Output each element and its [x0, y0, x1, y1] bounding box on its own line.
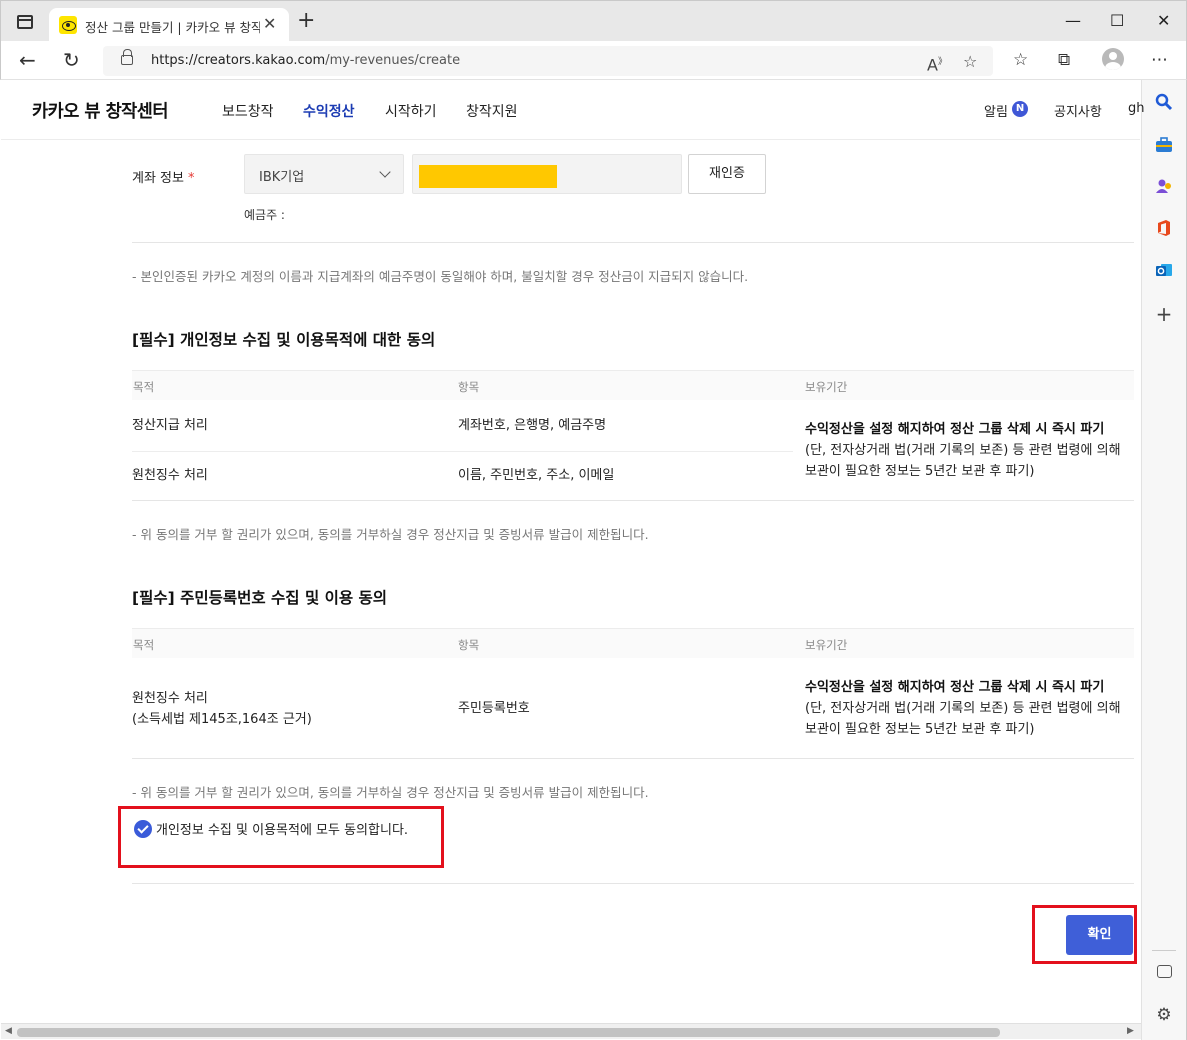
shopping-icon[interactable]	[1155, 136, 1173, 154]
favorites-icon[interactable]: ☆	[1013, 49, 1028, 71]
profile-icon[interactable]	[1102, 48, 1124, 70]
consent1-row1-items: 계좌번호, 은행명, 예금주명	[458, 418, 607, 433]
col-items: 항목	[458, 638, 480, 652]
refresh-icon[interactable]: ↻	[63, 47, 80, 73]
refuse-right-notice-1: - 위 동의를 거부 할 권리가 있으며, 동의를 거부하실 경우 정산지급 및…	[132, 527, 649, 542]
highlight-box-confirm	[1032, 905, 1137, 964]
divider	[132, 242, 1134, 243]
back-icon[interactable]: ←	[19, 47, 36, 73]
divider	[132, 500, 1134, 501]
required-mark: *	[187, 171, 195, 186]
outlook-icon[interactable]	[1155, 261, 1173, 279]
scroll-right-icon[interactable]: ▶	[1127, 1024, 1134, 1039]
consent2-retention-detail-1: (단, 전자상거래 법(거래 기록의 보존) 등 관련 법령에 의해	[805, 701, 1121, 716]
main-content: 계좌 정보 * IBK기업 재인증 예금주 : - 본인인증된 카카오 계정의 이…	[1, 141, 1140, 1023]
consent2-items: 주민등록번호	[458, 701, 530, 716]
browser-tab[interactable]: 정산 그룹 만들기 | 카카오 뷰 창작센터 ✕	[49, 8, 289, 42]
nav-creator-support[interactable]: 창작지원	[466, 101, 518, 121]
minimize-icon[interactable]: —	[1065, 9, 1081, 33]
site-header: 카카오 뷰 창작센터 보드창작 수익정산 시작하기 창작지원 알림 N 공지사항…	[1, 81, 1145, 140]
nav-board-create[interactable]: 보드창작	[222, 101, 274, 121]
col-purpose: 목적	[133, 638, 155, 652]
kakao-view-favicon-icon	[59, 16, 77, 34]
divider	[132, 758, 1134, 759]
row-divider	[132, 451, 793, 452]
new-tab-icon[interactable]: +	[297, 9, 315, 33]
read-aloud-icon[interactable]: A》	[927, 52, 947, 75]
settings-icon[interactable]: ⚙	[1155, 1006, 1173, 1024]
add-icon[interactable]: +	[1155, 304, 1173, 324]
consent1-retention-detail-1: (단, 전자상거래 법(거래 기록의 보존) 등 관련 법령에 의해	[805, 443, 1121, 458]
add-favorite-icon[interactable]: ☆	[963, 52, 977, 72]
consent1-table-header: 목적 항목 보유기간	[132, 370, 1134, 400]
people-icon[interactable]	[1155, 177, 1173, 195]
office-icon[interactable]	[1155, 219, 1173, 237]
alarm-link[interactable]: 알림	[984, 101, 1008, 120]
account-number-field[interactable]	[412, 154, 682, 194]
name-match-notice: - 본인인증된 카카오 계정의 이름과 지급계좌의 예금주명이 동일해야 하며,…	[132, 269, 749, 284]
hide-sidebar-icon[interactable]	[1157, 965, 1172, 978]
col-retention: 보유기간	[805, 380, 848, 394]
horizontal-scrollbar[interactable]: ◀ ▶	[1, 1023, 1141, 1039]
account-number-redaction	[419, 165, 557, 188]
site-logo[interactable]: 카카오 뷰 창작센터	[32, 98, 169, 123]
scrollbar-thumb[interactable]	[17, 1028, 1000, 1037]
alarm-new-badge: N	[1012, 101, 1028, 117]
consent1-row2-purpose: 원천징수 처리	[132, 468, 208, 483]
url-text[interactable]: https://creators.kakao.com/my-revenues/c…	[151, 53, 460, 68]
collections-icon[interactable]: ⧉	[1058, 49, 1070, 71]
col-retention: 보유기간	[805, 638, 848, 652]
close-window-icon[interactable]: ✕	[1157, 9, 1170, 33]
notice-link[interactable]: 공지사항	[1054, 101, 1102, 120]
user-menu[interactable]: gh	[1128, 101, 1145, 116]
consent1-title: [필수] 개인정보 수집 및 이용목적에 대한 동의	[132, 331, 436, 349]
address-toolbar: ← ↻ https://creators.kakao.com/my-revenu…	[0, 41, 1187, 80]
consent1-row1-purpose: 정산지급 처리	[132, 418, 208, 433]
scroll-left-icon[interactable]: ◀	[5, 1024, 12, 1039]
divider	[132, 883, 1134, 884]
chevron-down-icon	[379, 166, 391, 178]
more-icon[interactable]: ⋯	[1151, 49, 1168, 71]
tab-actions-icon[interactable]	[17, 15, 33, 29]
lock-icon[interactable]	[121, 49, 133, 65]
consent1-retention-main: 수익정산을 설정 해지하여 정산 그룹 삭제 시 즉시 파기	[805, 422, 1105, 437]
nav-getting-started[interactable]: 시작하기	[385, 101, 437, 121]
consent2-purpose-2: (소득세법 제145조,164조 근거)	[132, 712, 312, 727]
highlight-box-agree	[118, 806, 444, 868]
depositor-label: 예금주 :	[244, 208, 285, 222]
consent1-retention-detail-2: 보관이 필요한 정보는 5년간 보관 후 파기)	[805, 464, 1035, 479]
tab-title: 정산 그룹 만들기 | 카카오 뷰 창작센터	[85, 20, 260, 35]
consent2-table-header: 목적 항목 보유기간	[132, 628, 1134, 658]
col-purpose: 목적	[133, 380, 155, 394]
bank-select[interactable]: IBK기업	[244, 154, 404, 194]
tab-close-icon[interactable]: ✕	[263, 14, 276, 34]
reauth-button[interactable]: 재인증	[688, 154, 766, 194]
search-icon[interactable]	[1155, 93, 1173, 111]
bank-selected-value: IBK기업	[259, 170, 305, 185]
browser-sidebar: + ⚙	[1141, 80, 1187, 1040]
url-bar[interactable]: https://creators.kakao.com/my-revenues/c…	[103, 46, 993, 76]
sidebar-divider	[1152, 950, 1176, 951]
maximize-icon[interactable]: ☐	[1110, 9, 1124, 33]
consent2-purpose-1: 원천징수 처리	[132, 691, 208, 706]
refuse-right-notice-2: - 위 동의를 거부 할 권리가 있으며, 동의를 거부하실 경우 정산지급 및…	[132, 785, 649, 800]
col-items: 항목	[458, 380, 480, 394]
consent2-title: [필수] 주민등록번호 수집 및 이용 동의	[132, 589, 388, 607]
consent1-row2-items: 이름, 주민번호, 주소, 이메일	[458, 468, 615, 483]
consent2-retention-detail-2: 보관이 필요한 정보는 5년간 보관 후 파기)	[805, 722, 1035, 737]
nav-revenue[interactable]: 수익정산	[303, 101, 355, 121]
browser-titlebar: 정산 그룹 만들기 | 카카오 뷰 창작센터 ✕ + — ☐ ✕	[0, 0, 1187, 42]
consent2-retention-main: 수익정산을 설정 해지하여 정산 그룹 삭제 시 즉시 파기	[805, 680, 1105, 695]
account-info-label: 계좌 정보 *	[132, 171, 195, 186]
